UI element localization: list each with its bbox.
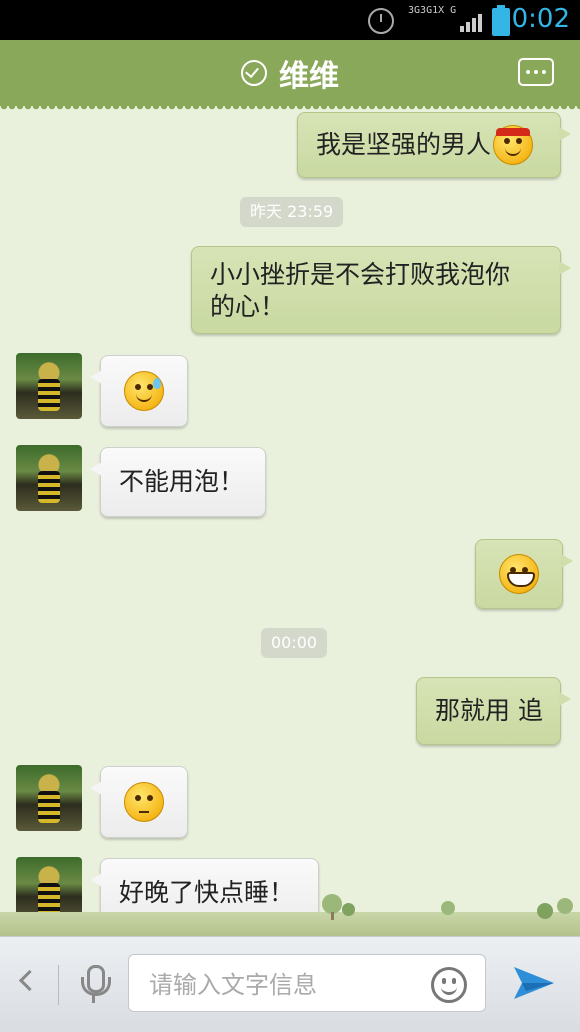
- tree-decoration: [322, 894, 342, 914]
- contact-name: 维维: [279, 59, 339, 94]
- chat-header: 维维: [0, 40, 580, 112]
- avatar[interactable]: [16, 765, 82, 831]
- signal-icon: [460, 12, 486, 32]
- chat-message-list[interactable]: 我是坚强的男人 昨天 23:59 小小挫折是不会打败我泡你 的心！ 不能用泡！ …: [0, 106, 580, 936]
- message-bubble-outgoing[interactable]: [475, 539, 573, 609]
- message-input[interactable]: [147, 967, 421, 1003]
- check-circle-icon: [241, 60, 267, 86]
- avatar[interactable]: [16, 353, 82, 419]
- message-text: 好晚了快点睡！: [119, 878, 295, 907]
- background-scenery: [0, 912, 580, 936]
- tree-decoration: [441, 901, 455, 915]
- message-bubble-incoming[interactable]: [90, 766, 188, 838]
- chevron-left-icon[interactable]: [18, 967, 32, 995]
- status-bar: 3G3G1X G 0:02: [0, 0, 580, 40]
- message-bubble-outgoing[interactable]: 小小挫折是不会打败我泡你 的心！: [191, 246, 571, 334]
- timestamp: 昨天 23:59: [240, 197, 344, 227]
- angry-face-icon: [493, 125, 534, 165]
- timestamp: 00:00: [261, 628, 328, 658]
- message-text: 那就用 追: [435, 696, 543, 725]
- battery-icon: [492, 5, 510, 36]
- message-text-line: 的心！: [210, 292, 286, 321]
- network-type-labels: 3G3G1X G: [408, 5, 457, 16]
- microphone-icon[interactable]: [80, 965, 111, 1005]
- message-text: 不能用泡！: [119, 467, 245, 496]
- message-bubble-incoming[interactable]: 不能用泡！: [90, 447, 266, 517]
- message-bubble-incoming[interactable]: [90, 355, 188, 427]
- tree-decoration: [342, 903, 355, 916]
- avatar[interactable]: [16, 445, 82, 511]
- alarm-icon: [368, 8, 394, 34]
- smiley-icon[interactable]: [431, 967, 467, 1003]
- send-plane-icon[interactable]: [512, 963, 556, 1003]
- divider: [58, 965, 59, 1005]
- tree-decoration: [557, 898, 573, 914]
- message-bubble-outgoing[interactable]: 那就用 追: [416, 677, 571, 745]
- status-time: 0:02: [511, 4, 570, 34]
- tree-decoration: [537, 903, 553, 919]
- message-text-line: 小小挫折是不会打败我泡你: [210, 260, 511, 289]
- sweat-face-icon: [124, 371, 164, 411]
- grin-face-icon: [499, 554, 539, 594]
- chat-more-button[interactable]: [518, 58, 554, 86]
- message-bubble-outgoing[interactable]: 我是坚强的男人: [297, 112, 571, 178]
- message-input-bar: [0, 936, 580, 1032]
- message-input-box[interactable]: [128, 954, 486, 1012]
- confused-face-icon: [124, 782, 164, 822]
- message-text: 我是坚强的男人: [316, 130, 492, 159]
